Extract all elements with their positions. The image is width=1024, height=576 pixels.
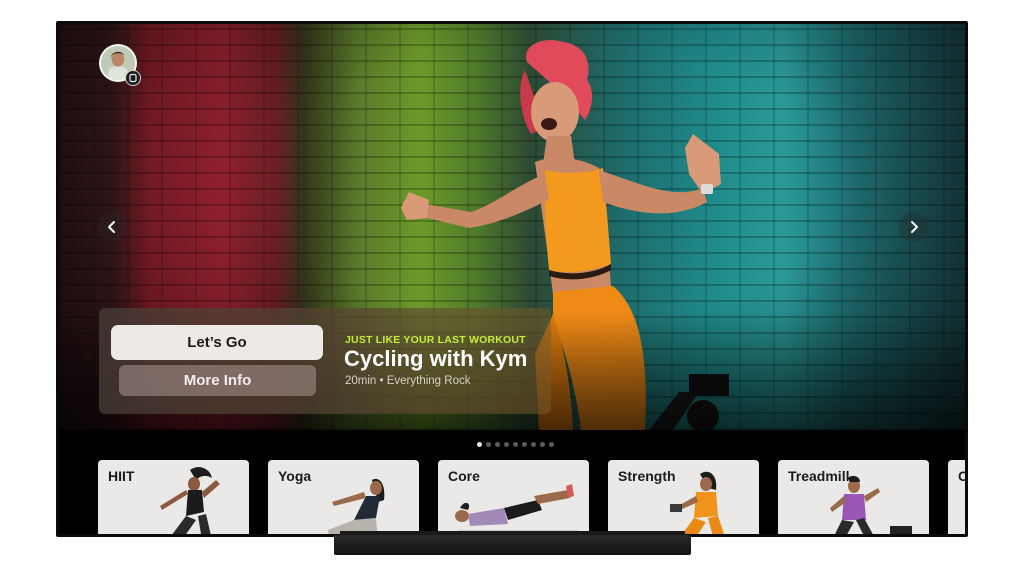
previous-button[interactable] <box>97 212 127 242</box>
category-card-yoga[interactable]: Yoga <box>268 460 419 534</box>
watch-icon <box>125 70 141 86</box>
page-dot <box>477 442 482 447</box>
category-label: Yoga <box>278 468 312 484</box>
workout-subtitle: 20min • Everything Rock <box>345 375 471 387</box>
lets-go-button[interactable]: Let’s Go <box>111 325 323 360</box>
workout-title: Cycling with Kym <box>344 346 528 371</box>
chevron-right-icon <box>911 221 918 233</box>
page-dot <box>504 442 509 447</box>
more-info-button[interactable]: More Info <box>119 365 316 396</box>
category-card-core[interactable]: Core <box>438 460 589 534</box>
category-label: Core <box>448 468 480 484</box>
category-card-strength[interactable]: Strength <box>608 460 759 534</box>
page-dot <box>522 442 527 447</box>
category-label: C <box>958 468 965 484</box>
category-label: Treadmill <box>788 468 850 484</box>
tv-stand <box>334 535 691 555</box>
page-dot <box>540 442 545 447</box>
page-dot <box>486 442 491 447</box>
page-indicator <box>477 442 554 447</box>
category-card-hiit[interactable]: HIIT <box>98 460 249 534</box>
tv-screen: Let’s Go More Info JUST LIKE YOUR LAST W… <box>59 24 965 534</box>
page-dot <box>513 442 518 447</box>
next-button[interactable] <box>899 212 929 242</box>
chevron-left-icon <box>108 221 115 233</box>
category-label: Strength <box>618 468 676 484</box>
category-card-treadmill[interactable]: Treadmill <box>778 460 929 534</box>
category-label: HIIT <box>108 468 135 484</box>
page-dot <box>531 442 536 447</box>
page-dot <box>549 442 554 447</box>
category-row: HIIT Yoga Core Strength Treadmill C <box>98 460 965 534</box>
hero-banner[interactable]: Let’s Go More Info JUST LIKE YOUR LAST W… <box>59 24 965 430</box>
category-card-partial[interactable]: C <box>948 460 965 534</box>
page-dot <box>495 442 500 447</box>
workout-eyebrow: JUST LIKE YOUR LAST WORKOUT <box>345 334 526 346</box>
tv-frame: Let’s Go More Info JUST LIKE YOUR LAST W… <box>56 21 968 537</box>
